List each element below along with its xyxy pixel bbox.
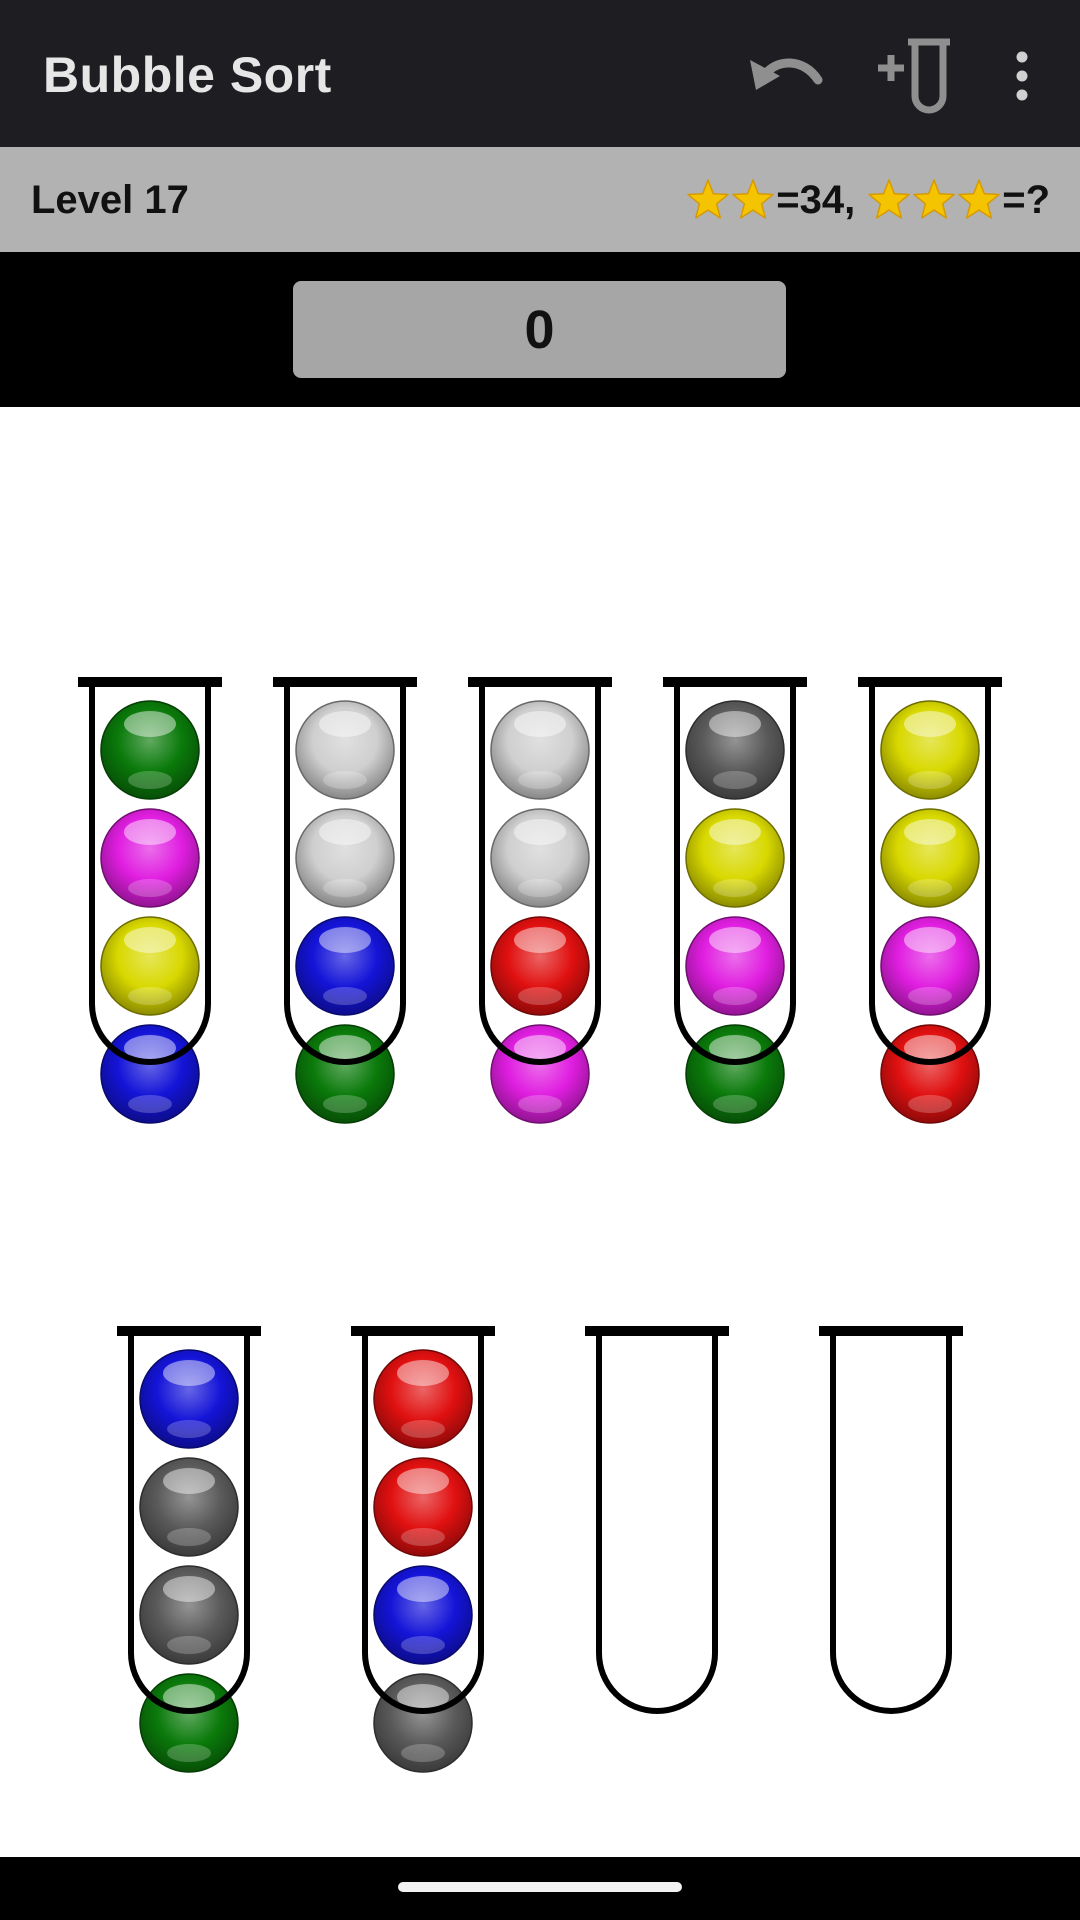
move-counter: 0 (293, 281, 786, 378)
tube-9[interactable] (819, 1326, 963, 1714)
ball-glow (323, 987, 367, 1005)
tube-8[interactable] (585, 1326, 729, 1714)
ball-glow (518, 987, 562, 1005)
ball-glow (908, 879, 952, 897)
ball-glow (401, 1636, 445, 1654)
two-star-icons (686, 178, 776, 222)
ball-glow (518, 879, 562, 897)
tube-lip (819, 1326, 963, 1336)
level-label: Level 17 (31, 178, 189, 222)
level-bar: Level 17 =34, =? (0, 147, 1080, 252)
ball-glow (908, 987, 952, 1005)
tube-lip (468, 677, 612, 687)
ball-glow (713, 879, 757, 897)
tube-4[interactable] (663, 677, 807, 1124)
ball-highlight (163, 1360, 215, 1386)
ball-glow (167, 1420, 211, 1438)
three-star-icons (867, 178, 1002, 222)
two-star-target: =34, (776, 177, 856, 222)
three-star-target: =? (1002, 177, 1050, 222)
ball-glow (167, 1636, 211, 1654)
undo-button[interactable] (742, 32, 830, 120)
tube-6[interactable] (117, 1326, 261, 1773)
ball-glow (713, 771, 757, 789)
ball-highlight (904, 819, 956, 845)
ball-highlight (124, 819, 176, 845)
star-icon (912, 178, 956, 222)
tube-lip (663, 677, 807, 687)
tube-outline (830, 1336, 952, 1714)
ball-glow (713, 987, 757, 1005)
tube-lip (585, 1326, 729, 1336)
ball-glow (128, 1095, 172, 1113)
star-icon (957, 178, 1001, 222)
ball-highlight (709, 819, 761, 845)
home-gesture-handle[interactable] (398, 1882, 682, 1892)
move-bar: 0 (0, 252, 1080, 407)
app-title: Bubble Sort (43, 47, 332, 103)
tube-7[interactable] (351, 1326, 495, 1773)
tube-lip (117, 1326, 261, 1336)
ball-highlight (514, 711, 566, 737)
star-icon (686, 178, 730, 222)
star-icon (867, 178, 911, 222)
app-bar: Bubble Sort (0, 0, 1080, 147)
ball-glow (908, 771, 952, 789)
ball-glow (401, 1744, 445, 1762)
ball-glow (323, 771, 367, 789)
ball-highlight (319, 819, 371, 845)
ball-glow (128, 879, 172, 897)
ball-highlight (124, 927, 176, 953)
ball-highlight (904, 927, 956, 953)
star-targets: =34, =? (686, 175, 1050, 225)
ball-glow (128, 771, 172, 789)
tubes-canvas (78, 677, 1002, 1773)
tube-lip (351, 1326, 495, 1336)
ball-glow (908, 1095, 952, 1113)
ball-highlight (163, 1576, 215, 1602)
add-tube-icon (872, 38, 952, 114)
ball-highlight (514, 819, 566, 845)
more-vert-icon (1012, 51, 1032, 101)
ball-glow (167, 1528, 211, 1546)
tube-outline (596, 1336, 718, 1714)
ball-glow (518, 771, 562, 789)
ball-highlight (124, 711, 176, 737)
ball-highlight (319, 927, 371, 953)
ball-glow (713, 1095, 757, 1113)
ball-highlight (397, 1360, 449, 1386)
tube-5[interactable] (858, 677, 1002, 1124)
ball-highlight (904, 711, 956, 737)
tube-lip (78, 677, 222, 687)
ball-highlight (397, 1576, 449, 1602)
ball-glow (401, 1528, 445, 1546)
ball-highlight (514, 927, 566, 953)
ball-glow (167, 1744, 211, 1762)
tube-3[interactable] (468, 677, 612, 1124)
ball-glow (323, 879, 367, 897)
ball-highlight (709, 711, 761, 737)
add-tube-button[interactable] (868, 32, 956, 120)
ball-glow (518, 1095, 562, 1113)
system-nav-bar (0, 1857, 1080, 1920)
ball-glow (323, 1095, 367, 1113)
game-board (0, 407, 1080, 1857)
ball-glow (401, 1420, 445, 1438)
star-icon (731, 178, 775, 222)
more-options-button[interactable] (978, 32, 1066, 120)
ball-highlight (319, 711, 371, 737)
tube-2[interactable] (273, 677, 417, 1124)
tube-lip (273, 677, 417, 687)
ball-glow (128, 987, 172, 1005)
undo-icon (746, 46, 826, 106)
ball-highlight (163, 1468, 215, 1494)
ball-highlight (709, 927, 761, 953)
tube-1[interactable] (78, 677, 222, 1124)
tube-lip (858, 677, 1002, 687)
ball-highlight (397, 1468, 449, 1494)
